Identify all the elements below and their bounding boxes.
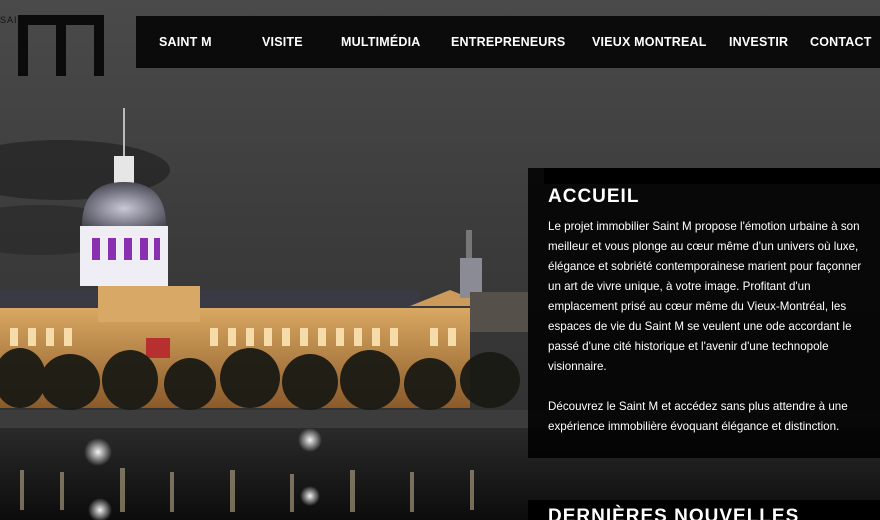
nav-visite[interactable]: VISITE	[262, 35, 303, 49]
nav-investir[interactable]: INVESTIR	[729, 35, 788, 49]
nav-saint-m[interactable]: SAINT M	[159, 35, 212, 49]
logo-m-mark	[18, 15, 104, 76]
nav-entrepreneurs[interactable]: ENTREPRENEURS	[451, 35, 565, 49]
nav-vieux-montreal[interactable]: VIEUX MONTREAL	[592, 35, 707, 49]
main-navigation: SAINT M VISITE MULTIMÉDIA ENTREPRENEURS …	[136, 16, 880, 68]
page: SAINT SAINT M VISITE MULTIMÉDIA ENTREPRE…	[0, 0, 880, 520]
intro-text: Le projet immobilier Saint M propose l'é…	[548, 217, 872, 437]
page-title: ACCUEIL	[548, 186, 640, 207]
news-heading: DERNIÈRES NOUVELLES	[548, 506, 800, 520]
site-logo[interactable]: SAINT	[0, 10, 110, 80]
nav-multimedia[interactable]: MULTIMÉDIA	[341, 35, 421, 49]
nav-contact[interactable]: CONTACT	[810, 35, 872, 49]
intro-paragraph: Le projet immobilier Saint M propose l'é…	[548, 220, 862, 373]
panel-header-bar	[544, 168, 880, 184]
intro-paragraph: Découvrez le Saint M et accédez sans plu…	[548, 400, 848, 433]
